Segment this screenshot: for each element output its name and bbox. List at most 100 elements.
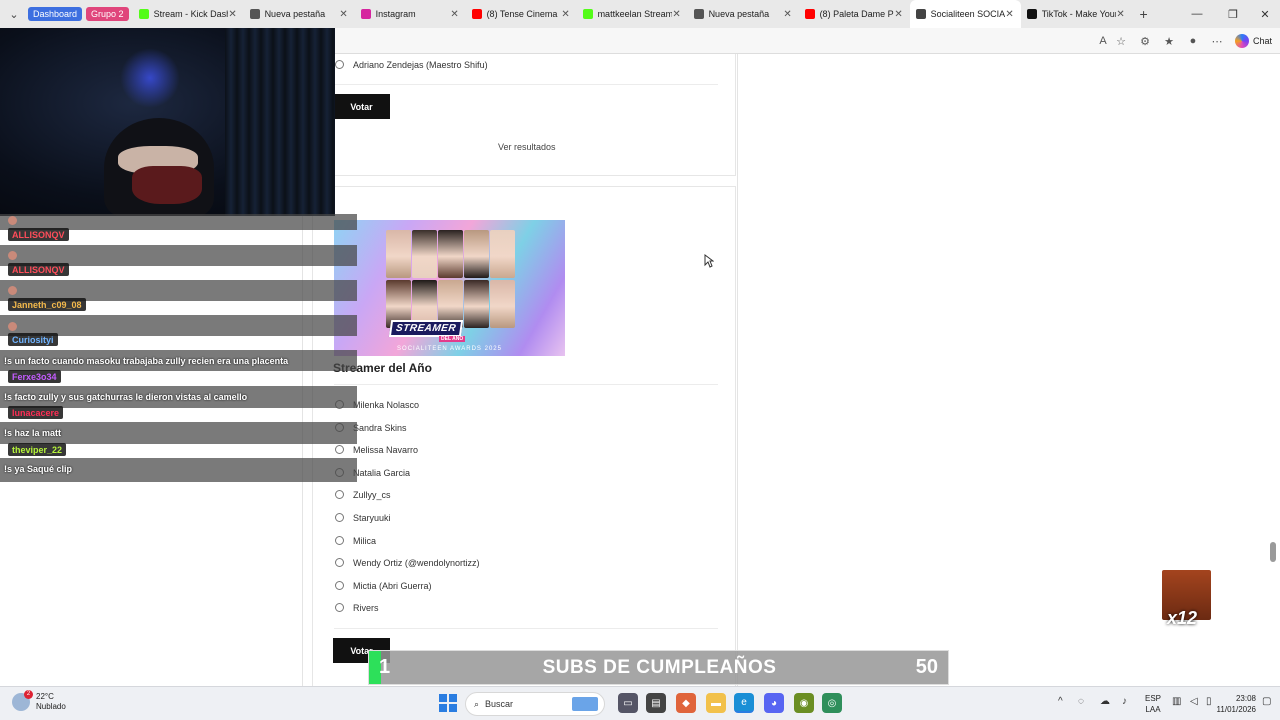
favorites-icon[interactable]: ★ [1160,32,1178,50]
vote-button[interactable]: Votar [333,94,390,119]
banner-photo [438,230,463,278]
edge-icon[interactable]: e [734,693,754,713]
browser-tab[interactable]: Nueva pestaña ✕ [244,0,355,28]
tray-chevron-icon[interactable]: ^ [1058,696,1063,707]
chat-message: !s un facto cuando masoku trabajaba zull… [4,356,289,366]
chat-username[interactable]: Curiosityi [8,333,58,346]
browser-tab[interactable]: (8) Paleta Dame Pale✕ [799,0,910,28]
chat-username[interactable]: lunacacere [8,406,64,419]
tab-close-icon[interactable]: ✕ [1005,9,1015,20]
weather-badge: 2 [24,690,33,699]
tab-close-icon[interactable]: ✕ [672,9,682,20]
poll-option-label: Zullyy_cs [353,490,391,501]
tray-app-icon[interactable]: ◌ [1078,696,1084,707]
file-explorer-icon[interactable]: ▬ [706,693,726,713]
kick-icon [582,9,593,19]
view-results-link[interactable]: Ver resultados [498,142,556,152]
browser-tab[interactable]: Stream - Kick Dashb✕ [133,0,244,28]
poll-option-label: Milica [353,535,377,546]
weather-temperature: 22°C [36,692,54,701]
tab-close-icon[interactable]: ✕ [339,9,349,20]
extensions-icon[interactable]: ⚙ [1136,32,1154,50]
browser-tab[interactable]: Socialiteen SOCIALIT✕ [909,0,1021,28]
banner-photo [464,280,489,328]
browser-tab[interactable]: TikTok - Make Your ✕ [1021,0,1132,28]
streamer-mask [132,166,202,204]
store-icon[interactable]: ▤ [646,693,666,713]
chat-username[interactable]: ALLISONQV [8,228,69,241]
obs-icon[interactable]: ◎ [822,693,842,713]
taskbar-search[interactable]: ⌕ Buscar [465,692,605,716]
tab-group-grupo-2[interactable]: Grupo 2 [86,7,129,21]
new-tab-button[interactable]: + [1132,6,1156,22]
browser-tab[interactable]: (8) Tense Cinema ✕ [466,0,577,28]
chat-emote-icon [8,216,17,225]
input-language[interactable]: ESP LAA [1145,693,1161,715]
poll-option-radio[interactable] [335,60,344,69]
onedrive-icon[interactable]: ☁ [1100,696,1110,707]
poll-option-radio[interactable] [335,513,344,522]
divider [334,84,718,85]
browser-tab[interactable]: Nueva pestaña ✕ [688,0,799,28]
chat-message: !s haz la matt [4,428,62,438]
volume-icon[interactable]: ◁ [1190,696,1198,707]
favorite-star-icon[interactable]: ☆ [1112,32,1130,50]
read-aloud-icon[interactable]: A [1094,32,1112,50]
windows-taskbar: 2 22°C Nublado ⌕ Buscar ▭ ▤ ◆ ▬ e ◕ ◉ ◎ … [0,686,1280,720]
page-scrollbar[interactable] [1270,54,1276,686]
tab-close-icon[interactable]: ✕ [894,9,904,20]
close-window-icon[interactable]: ✕ [1248,0,1280,28]
copilot-chat-button[interactable]: Chat [1234,32,1272,50]
poll-option-radio[interactable] [335,535,344,545]
chat-username[interactable]: ALLISONQV [8,263,69,276]
chat-username[interactable]: Ferxe3o34 [8,370,61,383]
mouse-cursor-icon [704,254,714,268]
poll-option-label: Milenka Nolasco [353,400,420,410]
weather-cloud-icon: 2 [12,690,33,711]
poll-option-label: Staryuuki [353,513,391,523]
tab-group-dashboard[interactable]: Dashboard [28,7,83,21]
tab-title: Nueva pestaña [708,9,770,19]
tab-close-icon[interactable]: ✕ [783,9,793,20]
poll-option-label: Adriano Zendejas (Maestro Shifu) [353,60,488,70]
battery-icon[interactable]: ▯ [1206,696,1212,707]
page-scrollbar-thumb[interactable] [1270,542,1276,562]
chat-message: !s ya Saqué clip [4,464,73,474]
poll-option-label: Wendy Ortiz (@wendolynortizz) [353,558,480,569]
copilot-app-icon[interactable]: ◆ [676,693,696,713]
start-button[interactable] [438,693,458,713]
banner-badge: STREAMER [388,320,464,337]
cam-light [120,48,180,108]
system-clock[interactable]: 23:08 11/01/2026 [1217,693,1256,715]
app-icon[interactable]: ◉ [794,693,814,713]
tab-close-icon[interactable]: ✕ [450,9,460,20]
discord-icon[interactable]: ◕ [764,693,784,713]
banner-footer: SOCIALITEEN AWARDS 2025 [397,346,502,352]
minimize-icon[interactable]: — [1180,0,1214,28]
chat-username[interactable]: theviper_22 [8,443,67,456]
emote-multiplier: x12 [1167,608,1198,628]
notification-icon[interactable]: ▢ [1262,696,1271,707]
search-highlight-icon [572,697,598,711]
microphone-icon[interactable]: ♪ [1122,696,1127,707]
youtube-icon [471,9,482,19]
poll-option-radio[interactable] [335,580,344,590]
browser-tab[interactable]: Instagram ✕ [355,0,466,28]
chat-message: !s facto zully y sus gatchurras le diero… [4,392,248,402]
task-view-icon[interactable]: ▭ [618,693,638,713]
tab-actions-icon[interactable]: ⌄ [0,0,28,28]
tab-close-icon[interactable]: ✕ [1116,9,1126,20]
lang-bottom: LAA [1145,705,1161,714]
more-menu-icon[interactable]: ⋯ [1208,32,1226,50]
chat-username[interactable]: Janneth_c09_08 [8,298,86,311]
page-icon [915,9,926,19]
browser-tab[interactable]: mattkeelan Stream - ✕ [577,0,688,28]
lang-top: ESP [1145,694,1162,703]
profile-icon[interactable]: ● [1184,32,1202,50]
tab-close-icon[interactable]: ✕ [228,9,238,20]
subs-goal-target: 50 [915,656,938,678]
restore-icon[interactable]: ❐ [1216,0,1250,28]
tab-close-icon[interactable]: ✕ [561,9,571,20]
network-icon[interactable]: ▥ [1172,696,1181,707]
weather-widget[interactable]: 2 22°C Nublado [12,690,66,712]
